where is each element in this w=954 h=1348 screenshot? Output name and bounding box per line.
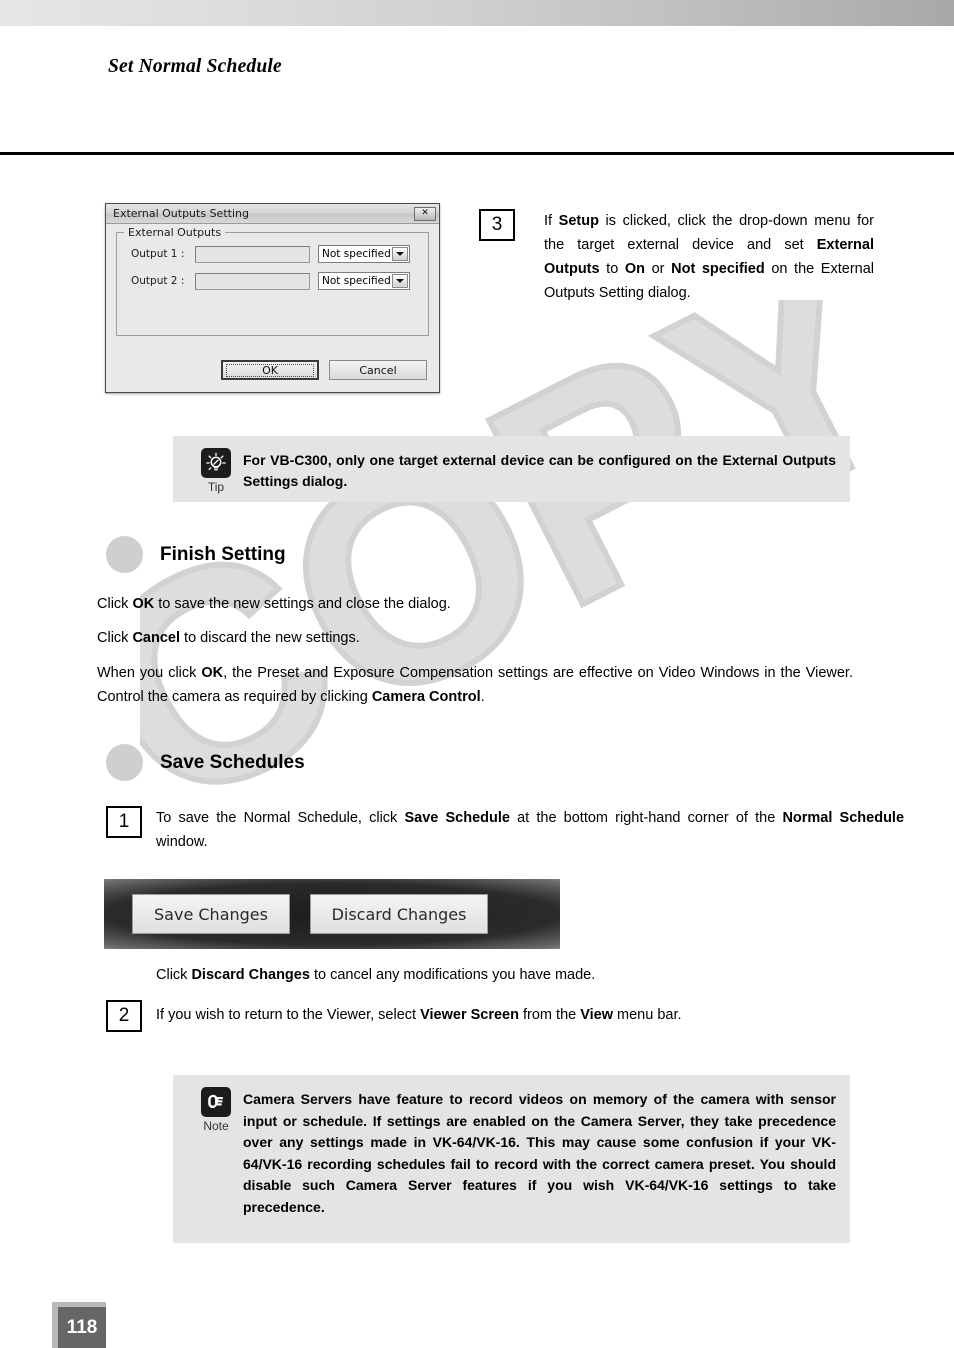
page-number: 118	[52, 1302, 106, 1348]
lightbulb-icon	[201, 448, 231, 478]
step-1-text: To save the Normal Schedule, click Save …	[156, 810, 905, 850]
page-title: Set Normal Schedule	[108, 56, 282, 77]
save-discard-screenshot: Save Changes Discard Changes	[104, 879, 560, 949]
section-save-schedules: Save Schedules	[106, 744, 305, 781]
output-2-select-value: Not specified	[322, 275, 391, 287]
section-finish-setting: Finish Setting	[106, 536, 286, 573]
paragraph-when-you-click-ok: When you click OK, the Preset and Exposu…	[97, 665, 853, 705]
output-1-select[interactable]: Not specified	[318, 245, 410, 263]
note-callout: Note Camera Servers have feature to reco…	[173, 1075, 850, 1243]
note-icon-column: Note	[189, 1087, 243, 1133]
output-1-row: Output 1 : Not specified	[131, 245, 418, 263]
pointing-hand-icon	[201, 1087, 231, 1117]
step-2: 2 If you wish to return to the Viewer, s…	[106, 1000, 904, 1032]
output-1-label: Output 1 :	[131, 248, 185, 260]
dialog-titlebar: External Outputs Setting ✕	[106, 204, 439, 224]
section-save-schedules-title: Save Schedules	[160, 751, 305, 773]
dialog-body: External Outputs Output 1 : Not specifie…	[106, 224, 439, 392]
cancel-button[interactable]: Cancel	[329, 360, 427, 380]
paragraph-click-cancel: Click Cancel to discard the new settings…	[97, 630, 360, 646]
step-1-number: 1	[106, 806, 142, 838]
discard-changes-button[interactable]: Discard Changes	[310, 894, 488, 934]
close-icon[interactable]: ✕	[414, 206, 436, 221]
paragraph-discard-changes: Click Discard Changes to cancel any modi…	[156, 967, 596, 983]
output-1-select-value: Not specified	[322, 248, 391, 260]
fieldset-legend: External Outputs	[124, 226, 226, 239]
output-2-label: Output 2 :	[131, 275, 185, 287]
ok-button[interactable]: OK	[221, 360, 319, 380]
chevron-down-icon[interactable]	[392, 274, 408, 288]
tip-callout: Tip For VB-C300, only one target externa…	[173, 436, 850, 502]
note-text: Camera Servers have feature to record vi…	[243, 1091, 836, 1215]
chevron-down-icon[interactable]	[392, 247, 408, 261]
step-2-text: If you wish to return to the Viewer, sel…	[156, 1007, 682, 1023]
tip-icon-column: Tip	[189, 448, 243, 494]
step-2-number: 2	[106, 1000, 142, 1032]
note-label: Note	[203, 1119, 229, 1133]
paragraph-click-ok: Click OK to save the new settings and cl…	[97, 596, 451, 612]
section-finish-setting-title: Finish Setting	[160, 543, 286, 565]
external-outputs-fieldset: External Outputs Output 1 : Not specifie…	[116, 226, 429, 336]
output-2-select[interactable]: Not specified	[318, 272, 410, 290]
save-changes-button[interactable]: Save Changes	[132, 894, 290, 934]
output-2-row: Output 2 : Not specified	[131, 272, 418, 290]
section-bullet-icon	[106, 536, 143, 573]
output-2-input[interactable]	[195, 272, 310, 290]
ok-button-label: OK	[226, 363, 314, 377]
output-1-input[interactable]	[195, 245, 310, 263]
section-bullet-icon	[106, 744, 143, 781]
dialog-title: External Outputs Setting	[113, 207, 249, 220]
dialog-button-row: OK Cancel	[221, 360, 427, 380]
step-1: 1 To save the Normal Schedule, click Sav…	[106, 806, 904, 854]
header-divider	[0, 152, 954, 155]
tip-label: Tip	[207, 480, 225, 494]
step-3-number: 3	[479, 209, 515, 241]
step-3-text: If Setup is clicked, click the drop-down…	[544, 213, 875, 301]
external-outputs-setting-dialog: External Outputs Setting ✕ External Outp…	[105, 203, 440, 393]
tip-text: For VB-C300, only one target external de…	[243, 452, 836, 489]
step-3: 3 If Setup is clicked, click the drop-do…	[479, 209, 874, 305]
